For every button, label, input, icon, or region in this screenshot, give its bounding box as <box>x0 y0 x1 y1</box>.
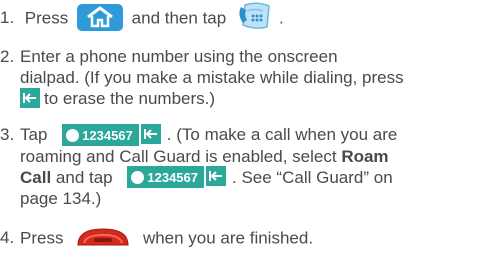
step-2: 2. Enter a phone number using the onscree… <box>0 46 404 110</box>
step-1: 1. Press and then tap . <box>0 1 284 34</box>
home-icon[interactable] <box>76 3 123 31</box>
phone-app-icon[interactable] <box>235 1 275 31</box>
step-text: Press <box>20 228 64 248</box>
step-text: to erase the numbers.) <box>44 89 216 108</box>
step-text: and tap <box>55 167 113 187</box>
step-text: and then tap <box>131 8 227 28</box>
call-dot-icon <box>131 171 145 185</box>
call-dot-icon <box>66 128 80 142</box>
end-call-icon[interactable] <box>74 225 132 249</box>
step-text: when you are finished. <box>142 228 314 248</box>
step-number: 3. <box>0 125 15 144</box>
step-text: Tap <box>20 125 48 144</box>
step-number: 2. <box>0 47 15 66</box>
step-number: 1. <box>0 8 15 28</box>
step-text: . See “Call Guard” on <box>232 167 393 187</box>
backspace-icon[interactable] <box>20 87 40 108</box>
call-button[interactable]: 1234567 <box>62 123 161 146</box>
step-4: 4. Press when you are finished. <box>0 227 313 251</box>
step-text: roaming and Call Guard is enabled, selec… <box>20 146 337 166</box>
step-number: 4. <box>0 228 15 248</box>
backspace-icon[interactable] <box>141 124 161 144</box>
step-text: . <box>278 8 284 28</box>
step-text: Press <box>24 8 69 28</box>
call-number: 1234567 <box>82 127 133 143</box>
call-number: 1234567 <box>147 170 199 186</box>
step-text: dialpad. (If you make a mistake while di… <box>20 68 404 87</box>
backspace-icon[interactable] <box>206 166 226 186</box>
call-label: Call <box>20 167 52 187</box>
step-text: Enter a phone number using the onscreen <box>20 47 338 66</box>
step-text: page 134.) <box>20 189 102 209</box>
call-button[interactable]: 1234567 <box>127 166 227 189</box>
step-3: 3. Tap 1234567 . (To make a call when you… <box>0 123 398 209</box>
roam-label: Roam <box>341 146 389 166</box>
step-text: . (To make a call when you are <box>166 125 398 144</box>
